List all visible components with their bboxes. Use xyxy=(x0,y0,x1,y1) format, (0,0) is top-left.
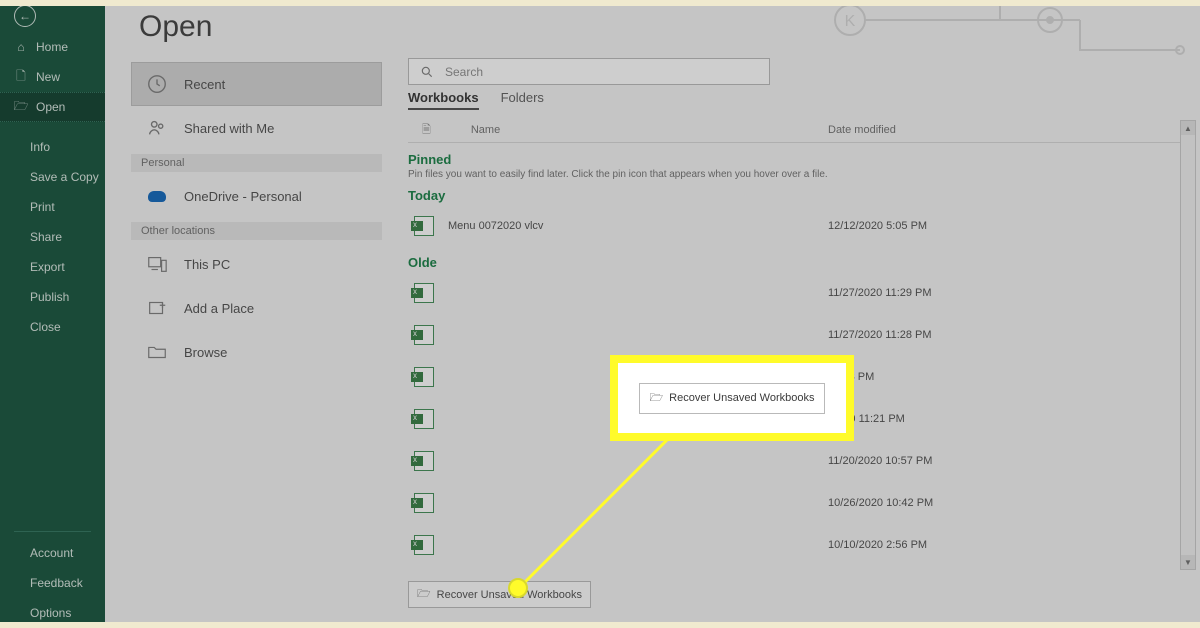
place-recent[interactable]: Recent xyxy=(131,62,382,106)
nav-save-copy[interactable]: Save a Copy xyxy=(0,162,105,192)
nav-print[interactable]: Print xyxy=(0,192,105,222)
backstage-sidebar: ← ⌂ Home 🗋 New 🗁 Open Info Save a Copy P… xyxy=(0,0,105,628)
file-pane: Search Workbooks Folders 🗎 Name Date mod… xyxy=(408,0,1200,628)
nav-new-label: New xyxy=(36,70,60,84)
backstage-open-view: ← ⌂ Home 🗋 New 🗁 Open Info Save a Copy P… xyxy=(0,0,1200,628)
new-file-icon: 🗋 xyxy=(14,67,28,88)
file-row[interactable]: Menu 0072020 vlcv 12/12/2020 5:05 PM xyxy=(408,205,1188,247)
scroll-up-icon[interactable]: ▲ xyxy=(1181,121,1195,135)
excel-file-icon xyxy=(414,216,434,236)
recover-unsaved-button-callout[interactable]: 🗁 Recover Unsaved Workbooks xyxy=(639,383,826,414)
nav-account[interactable]: Account xyxy=(14,538,105,568)
nav-info[interactable]: Info xyxy=(0,132,105,162)
header-other: Other locations xyxy=(131,222,382,240)
sidebar-divider xyxy=(14,531,91,532)
page-title: Open xyxy=(105,0,408,62)
excel-file-icon xyxy=(414,535,434,555)
place-shared[interactable]: Shared with Me xyxy=(131,106,382,150)
file-date: 12/12/2020 5:05 PM xyxy=(828,220,927,232)
col-name-header[interactable]: Name xyxy=(471,124,500,136)
crop-band-bottom xyxy=(0,622,1200,628)
nav-open-label: Open xyxy=(36,100,65,114)
file-date: 10/26/2020 10:42 PM xyxy=(828,497,933,509)
nav-export[interactable]: Export xyxy=(0,252,105,282)
excel-file-icon xyxy=(414,409,434,429)
section-today: Today xyxy=(408,188,1188,203)
place-recent-label: Recent xyxy=(184,77,225,92)
place-onedrive[interactable]: OneDrive - Personal xyxy=(131,174,382,218)
file-date: 11/27/2020 11:29 PM xyxy=(828,287,932,299)
file-row[interactable]: 11/27/2020 11:29 PM xyxy=(408,272,1188,314)
file-row[interactable]: 11/20/2020 10:57 PM xyxy=(408,440,1188,482)
search-input[interactable]: Search xyxy=(408,58,770,85)
onedrive-icon xyxy=(144,191,170,202)
search-icon xyxy=(409,65,445,79)
search-placeholder: Search xyxy=(445,65,483,79)
nav-open[interactable]: 🗁 Open xyxy=(0,92,105,122)
open-folder-icon: 🗁 xyxy=(650,389,664,408)
nav-new[interactable]: 🗋 New xyxy=(0,62,105,92)
nav-publish[interactable]: Publish xyxy=(0,282,105,312)
excel-file-icon xyxy=(414,283,434,303)
place-browse-label: Browse xyxy=(184,345,227,360)
place-add-label: Add a Place xyxy=(184,301,254,316)
people-icon xyxy=(144,117,170,139)
place-this-pc[interactable]: This PC xyxy=(131,242,382,286)
file-name: Menu 0072020 vlcv xyxy=(448,220,828,232)
add-place-icon xyxy=(144,297,170,319)
crop-band-top xyxy=(0,0,1200,6)
callout-anchor-dot xyxy=(508,578,528,598)
decorative-circuit-icon: K xyxy=(820,0,1200,70)
open-folder-icon: 🗁 xyxy=(14,97,28,118)
place-this-pc-label: This PC xyxy=(184,257,230,272)
open-folder-icon: 🗁 xyxy=(417,585,431,604)
nav-home[interactable]: ⌂ Home xyxy=(0,32,105,62)
header-personal: Personal xyxy=(131,154,382,172)
section-older: Olde xyxy=(408,255,1188,270)
sidebar-bottom: Account Feedback Options xyxy=(0,531,105,628)
file-date: 10/10/2020 2:56 PM xyxy=(828,539,927,551)
recover-callout-label: Recover Unsaved Workbooks xyxy=(669,392,814,404)
back-arrow-icon: ← xyxy=(14,5,36,27)
place-onedrive-label: OneDrive - Personal xyxy=(184,189,302,204)
file-tabs: Workbooks Folders xyxy=(408,90,544,110)
nav-share[interactable]: Share xyxy=(0,222,105,252)
file-row[interactable]: 11/27/2020 11:28 PM xyxy=(408,314,1188,356)
vertical-scrollbar[interactable]: ▲ ▼ xyxy=(1180,120,1196,570)
pc-icon xyxy=(144,253,170,275)
excel-file-icon xyxy=(414,493,434,513)
nav-close[interactable]: Close xyxy=(0,312,105,342)
list-header: 🗎 Name Date modified xyxy=(408,118,1188,143)
excel-file-icon xyxy=(414,325,434,345)
places-column: Open Recent Shared with Me Personal OneD… xyxy=(105,0,408,628)
pin-hint: Pin files you want to easily find later.… xyxy=(408,169,1188,180)
recover-unsaved-button[interactable]: 🗁 Recover Unsaved Workbooks xyxy=(408,581,591,608)
folder-icon xyxy=(144,341,170,363)
section-pinned: Pinned xyxy=(408,152,1188,167)
file-generic-icon: 🗎 xyxy=(422,121,431,140)
nav-feedback[interactable]: Feedback xyxy=(14,568,105,598)
home-icon: ⌂ xyxy=(14,40,28,54)
nav-home-label: Home xyxy=(36,40,68,54)
excel-file-icon xyxy=(414,451,434,471)
file-date: 11/20/2020 10:57 PM xyxy=(828,455,932,467)
callout-highlight: 🗁 Recover Unsaved Workbooks xyxy=(618,363,846,433)
place-browse[interactable]: Browse xyxy=(131,330,382,374)
scroll-down-icon[interactable]: ▼ xyxy=(1181,555,1195,569)
file-row[interactable]: 10/10/2020 2:56 PM xyxy=(408,524,1188,566)
tab-folders[interactable]: Folders xyxy=(501,90,544,110)
excel-file-icon xyxy=(414,367,434,387)
svg-text:K: K xyxy=(845,13,856,30)
col-date-header[interactable]: Date modified xyxy=(828,124,896,136)
place-add[interactable]: Add a Place xyxy=(131,286,382,330)
file-date: 11/27/2020 11:28 PM xyxy=(828,329,932,341)
clock-icon xyxy=(144,73,170,95)
place-shared-label: Shared with Me xyxy=(184,121,274,136)
tab-workbooks[interactable]: Workbooks xyxy=(408,90,479,110)
file-row[interactable]: 10/26/2020 10:42 PM xyxy=(408,482,1188,524)
